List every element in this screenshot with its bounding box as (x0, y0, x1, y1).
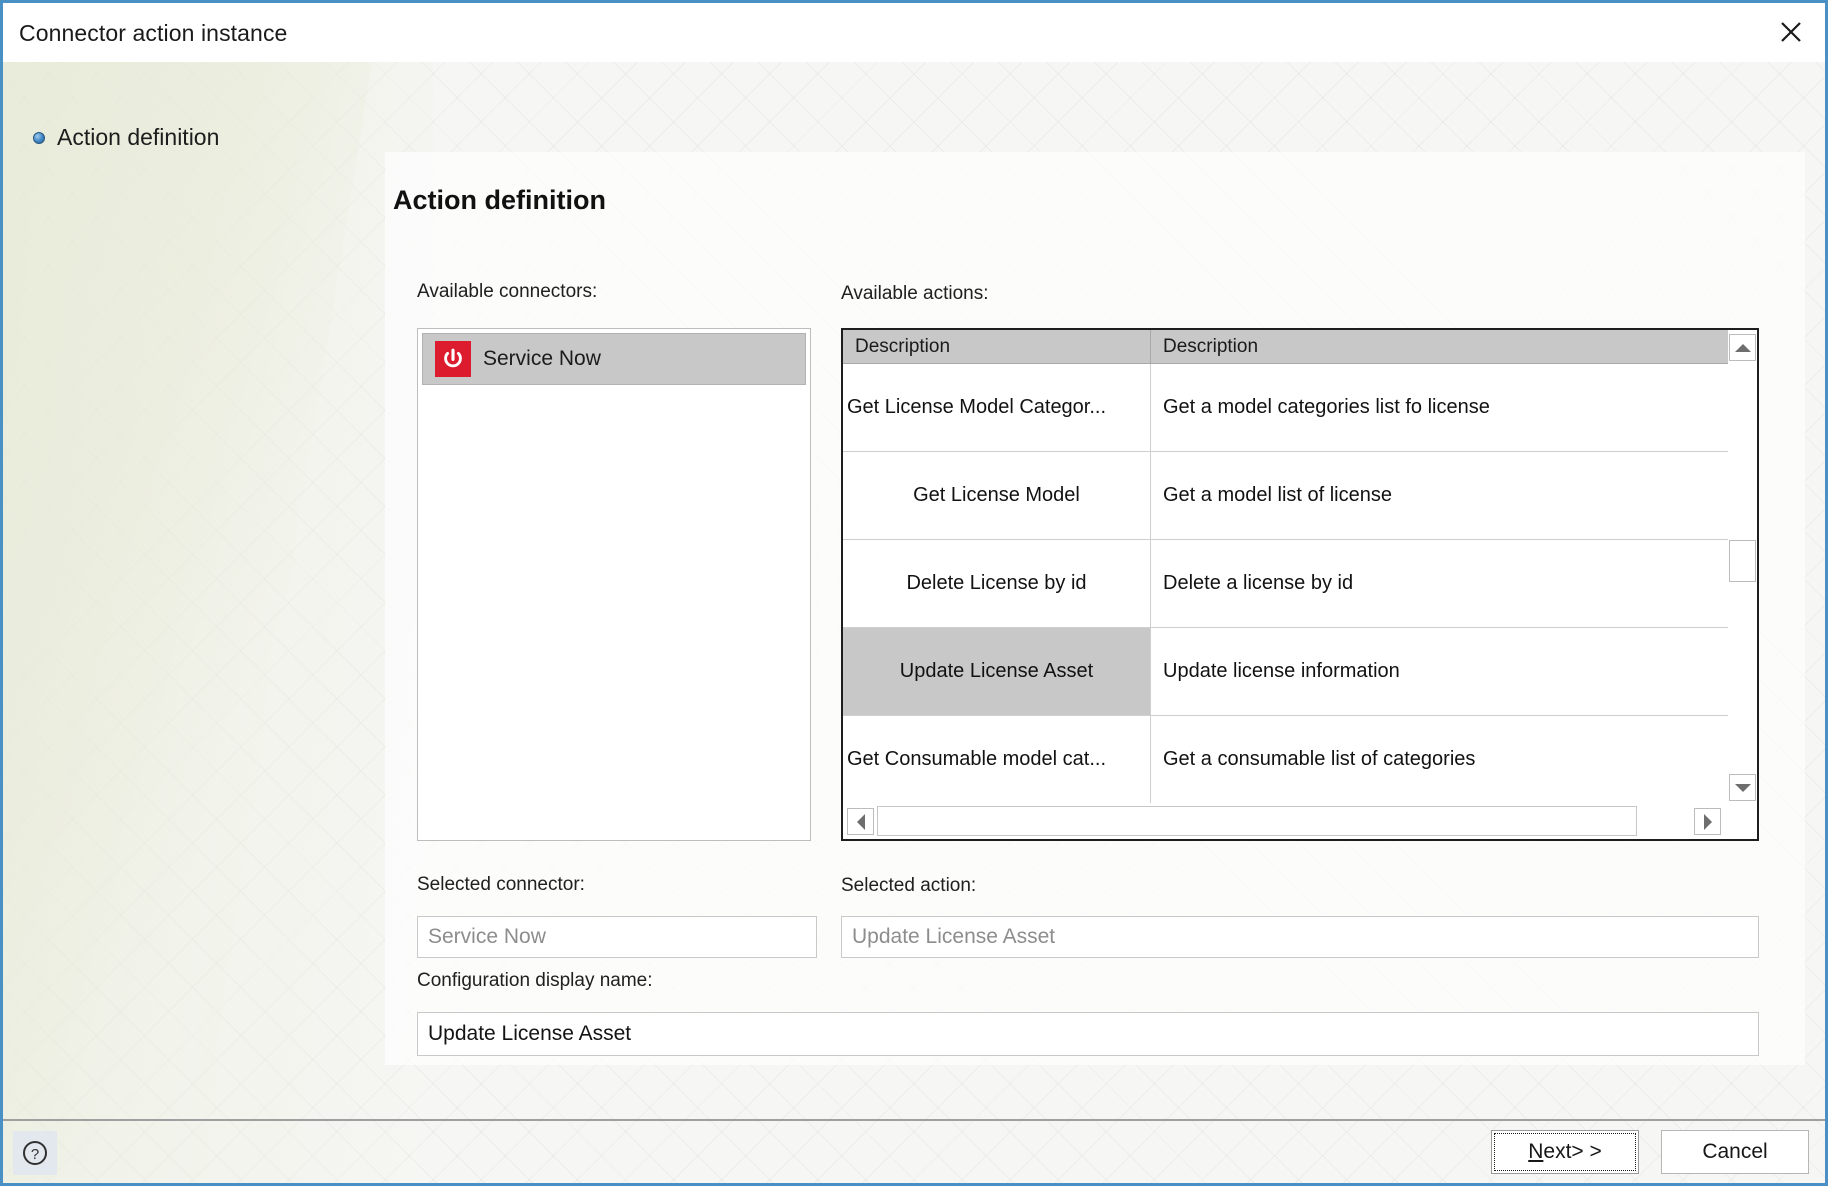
available-connectors-list[interactable]: Service Now (417, 328, 811, 841)
cell-action-name: Update License Asset (843, 628, 1151, 716)
next-button[interactable]: Next> > (1491, 1130, 1639, 1174)
cell-action-description: Delete a license by id (1151, 540, 1728, 628)
arrow-left-icon[interactable] (847, 808, 874, 835)
help-question-icon[interactable]: ? (13, 1131, 57, 1175)
page-title: Action definition (393, 185, 606, 215)
cell-action-description: Update license information (1151, 628, 1728, 716)
table-row[interactable]: Get License Model Categor... Get a model… (843, 364, 1728, 452)
dialog-body: Action definition Action definition Avai… (3, 62, 1825, 1183)
available-connectors-label: Available connectors: (417, 281, 598, 302)
cell-action-name: Get Consumable model cat... (843, 716, 1151, 804)
cell-action-description: Get a consumable list of categories (1151, 716, 1728, 804)
column-header-name[interactable]: Description (843, 330, 1151, 364)
sidebar-item-action-definition[interactable]: Action definition (33, 124, 219, 151)
connector-name: Service Now (483, 347, 601, 370)
arrow-up-icon[interactable] (1729, 334, 1756, 361)
selected-connector-input[interactable]: Service Now (417, 916, 817, 958)
grid-header-row: Description Description (843, 330, 1757, 364)
horizontal-scrollbar[interactable] (843, 803, 1757, 839)
available-actions-grid[interactable]: Description Description Get License Mode… (841, 328, 1759, 841)
grid-body: Get License Model Categor... Get a model… (843, 364, 1728, 805)
power-icon (435, 341, 471, 377)
svg-text:?: ? (31, 1146, 39, 1163)
cell-action-name: Get License Model (843, 452, 1151, 540)
cancel-button-label: Cancel (1702, 1140, 1768, 1163)
selected-action-input[interactable]: Update License Asset (841, 916, 1759, 958)
arrow-down-icon[interactable] (1729, 774, 1756, 801)
column-header-description[interactable]: Description (1151, 330, 1757, 364)
cell-action-description: Get a model categories list fo license (1151, 364, 1728, 452)
vertical-scrollbar-thumb[interactable] (1729, 540, 1756, 582)
selected-connector-label: Selected connector: (417, 874, 585, 895)
selected-action-label: Selected action: (841, 875, 977, 896)
window-title: Connector action instance (19, 20, 288, 46)
footer-bar: ? Next> > Cancel (3, 1121, 1825, 1183)
table-row[interactable]: Delete License by id Delete a license by… (843, 540, 1728, 628)
cell-action-name: Delete License by id (843, 540, 1151, 628)
wizard-step-nav: Action definition (3, 62, 383, 1112)
next-button-label: ext> > (1543, 1140, 1602, 1163)
arrow-right-icon[interactable] (1694, 808, 1721, 835)
table-row[interactable]: Get Consumable model cat... Get a consum… (843, 716, 1728, 804)
vertical-scrollbar[interactable] (1728, 330, 1757, 805)
close-icon[interactable] (1765, 7, 1817, 57)
table-row[interactable]: Get License Model Get a model list of li… (843, 452, 1728, 540)
horizontal-scrollbar-thumb[interactable] (877, 806, 1637, 836)
next-button-mnemonic: N (1528, 1140, 1544, 1163)
blue-dot-icon (33, 131, 45, 144)
title-bar: Connector action instance (3, 3, 1825, 62)
cell-action-name: Get License Model Categor... (843, 364, 1151, 452)
cell-action-description: Get a model list of license (1151, 452, 1728, 540)
table-row-selected[interactable]: Update License Asset Update license info… (843, 628, 1728, 716)
configuration-display-name-label: Configuration display name: (417, 970, 653, 991)
list-item[interactable]: Service Now (422, 333, 806, 385)
sidebar-item-label: Action definition (57, 124, 220, 150)
dialog-window: Connector action instance Action definit… (0, 0, 1828, 1186)
configuration-display-name-input[interactable]: Update License Asset (417, 1012, 1759, 1056)
cancel-button[interactable]: Cancel (1661, 1130, 1809, 1174)
available-actions-label: Available actions: (841, 283, 989, 304)
